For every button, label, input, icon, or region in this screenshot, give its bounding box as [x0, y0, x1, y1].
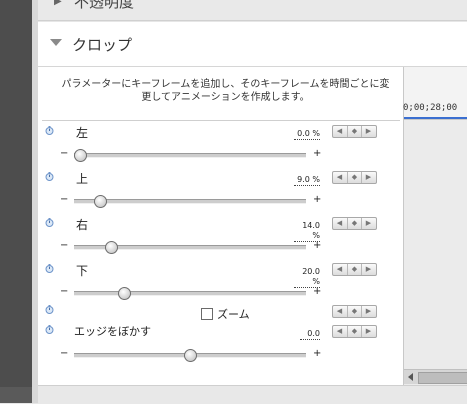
param-value[interactable]: 0.0 % — [294, 129, 320, 140]
timeline-scrollbar[interactable] — [404, 369, 467, 384]
slider-thumb[interactable] — [117, 287, 131, 300]
zoom-checkbox[interactable] — [201, 308, 213, 320]
prev-keyframe-button[interactable]: ◀ — [333, 306, 346, 317]
collapse-triangle-icon[interactable] — [50, 39, 62, 46]
time-ruler[interactable]: 0;00;28;00 — [403, 67, 467, 120]
decrease-icon[interactable]: − — [60, 240, 68, 251]
decrease-icon[interactable]: − — [60, 286, 68, 297]
work-area-bar[interactable] — [404, 117, 467, 119]
slider-track[interactable] — [74, 199, 306, 204]
crop-panel: パラメーターにキーフレームを追加し、そのキーフレームを時間ごとに変更してアニメー… — [38, 67, 403, 385]
zoom-label: ズーム — [217, 308, 250, 321]
param-value[interactable]: 20.0 % — [294, 267, 320, 288]
add-keyframe-button[interactable]: ◆ — [347, 126, 362, 137]
stopwatch-icon[interactable] — [45, 305, 54, 314]
feather-label: エッジをぼかす — [74, 325, 151, 338]
opacity-section-title: 不透明度 — [74, 0, 135, 11]
param-value[interactable]: 9.0 % — [294, 175, 320, 186]
slider-thumb[interactable] — [104, 241, 118, 254]
increase-icon[interactable]: + — [313, 240, 321, 251]
add-keyframe-button[interactable]: ◆ — [347, 326, 362, 337]
increase-icon[interactable]: + — [313, 148, 321, 159]
next-keyframe-button[interactable]: ▶ — [362, 306, 375, 317]
keyframe-nav: ◀ ◆ ▶ — [332, 217, 377, 230]
stopwatch-icon[interactable] — [45, 325, 54, 334]
next-keyframe-button[interactable]: ▶ — [362, 126, 375, 137]
param-label: 左 — [76, 126, 89, 140]
param-value[interactable]: 14.0 % — [294, 221, 320, 242]
crop-section-header[interactable]: クロップ — [38, 22, 467, 67]
slider-thumb[interactable] — [93, 195, 107, 208]
next-keyframe-button[interactable]: ▶ — [362, 264, 375, 275]
add-keyframe-button[interactable]: ◆ — [347, 218, 362, 229]
param-label: 上 — [76, 172, 89, 186]
decrease-icon[interactable]: − — [60, 148, 68, 159]
keyframe-nav: ◀ ◆ ▶ — [332, 325, 377, 338]
increase-icon[interactable]: + — [313, 194, 321, 205]
timeline-area[interactable]: 0;00;28;00 — [403, 67, 467, 385]
bottom-bar — [38, 385, 467, 404]
slider-thumb[interactable] — [74, 149, 87, 162]
stopwatch-icon[interactable] — [45, 218, 54, 227]
feather-value[interactable]: 0.0 — [300, 329, 320, 340]
prev-keyframe-button[interactable]: ◀ — [333, 264, 346, 275]
increase-icon[interactable]: + — [313, 286, 321, 297]
opacity-section-header[interactable]: ▶ 不透明度 — [38, 0, 467, 21]
increase-icon[interactable]: + — [313, 348, 321, 359]
next-keyframe-button[interactable]: ▶ — [362, 326, 375, 337]
prev-keyframe-button[interactable]: ◀ — [333, 172, 346, 183]
stopwatch-icon[interactable] — [45, 264, 54, 273]
keyframe-nav: ◀ ◆ ▶ — [332, 171, 377, 184]
prev-keyframe-button[interactable]: ◀ — [333, 326, 346, 337]
param-label: 下 — [76, 264, 89, 278]
scroll-left-icon[interactable] — [408, 373, 413, 381]
expand-triangle-icon[interactable]: ▶ — [54, 0, 62, 7]
prev-keyframe-button[interactable]: ◀ — [333, 126, 346, 137]
left-panel-bottom — [0, 387, 32, 403]
stopwatch-icon[interactable] — [45, 172, 54, 181]
left-panel-edge — [0, 0, 32, 387]
slider-track[interactable] — [74, 291, 306, 296]
add-keyframe-button[interactable]: ◆ — [347, 306, 362, 317]
feather-slider-thumb[interactable] — [183, 349, 197, 362]
keyframe-nav: ◀ ◆ ▶ — [332, 305, 377, 318]
next-keyframe-button[interactable]: ▶ — [362, 218, 375, 229]
keyframe-info-text: パラメーターにキーフレームを追加し、そのキーフレームを時間ごとに変更してアニメー… — [61, 79, 390, 103]
crop-section-title: クロップ — [72, 36, 133, 54]
param-label: 右 — [76, 218, 89, 232]
decrease-icon[interactable]: − — [60, 348, 68, 359]
keyframe-nav: ◀ ◆ ▶ — [332, 125, 377, 138]
timecode-label: 0;00;28;00 — [403, 103, 458, 113]
stopwatch-icon[interactable] — [45, 126, 54, 135]
divider — [42, 120, 400, 121]
next-keyframe-button[interactable]: ▶ — [362, 172, 375, 183]
prev-keyframe-button[interactable]: ◀ — [333, 218, 346, 229]
add-keyframe-button[interactable]: ◆ — [347, 264, 362, 275]
slider-track[interactable] — [74, 153, 306, 158]
decrease-icon[interactable]: − — [60, 194, 68, 205]
add-keyframe-button[interactable]: ◆ — [347, 172, 362, 183]
keyframe-nav: ◀ ◆ ▶ — [332, 263, 377, 276]
scrollbar-thumb[interactable] — [418, 372, 467, 384]
